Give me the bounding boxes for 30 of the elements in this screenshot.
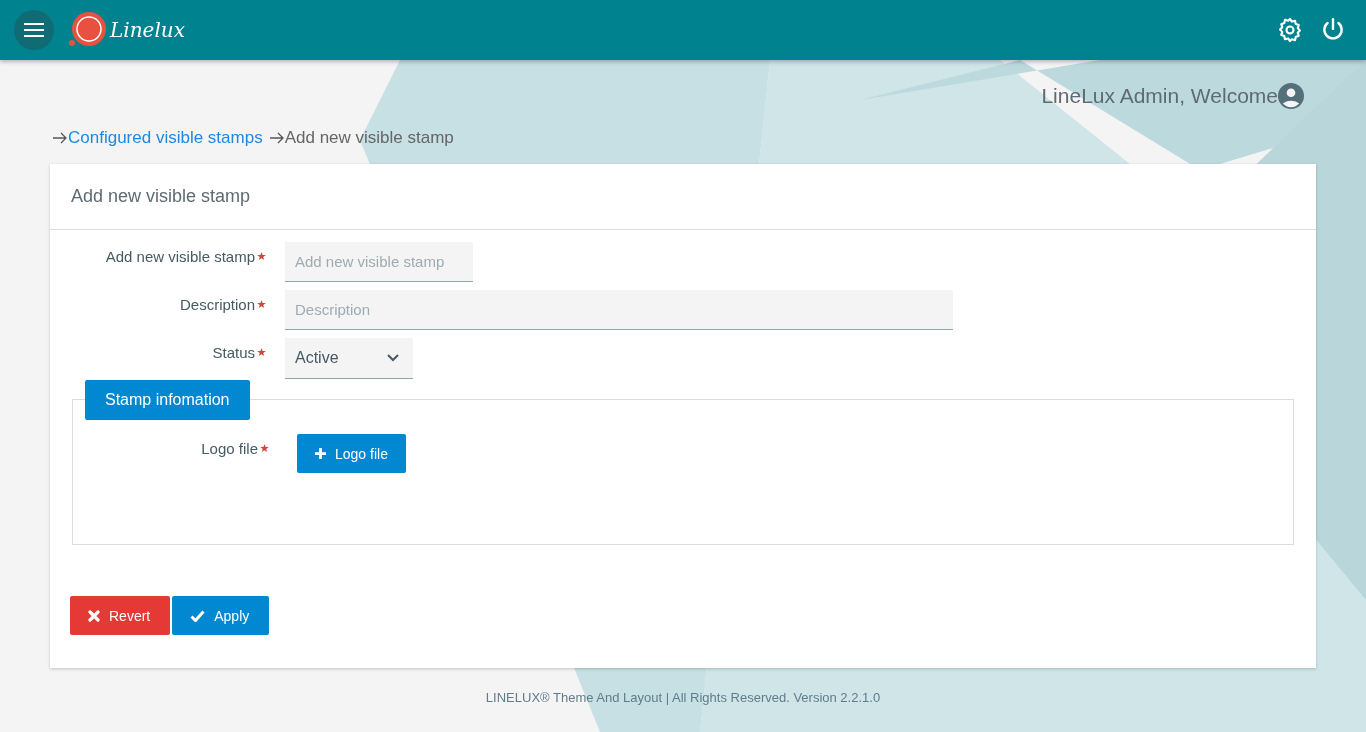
settings-icon — [1276, 16, 1304, 44]
field-label: Description — [179, 296, 255, 313]
status-dropdown[interactable]: Active — [285, 338, 413, 379]
card-title: Add new visible stamp — [50, 164, 1316, 230]
apply-button[interactable]: Apply — [172, 596, 270, 635]
breadcrumb-current: Add new visible stamp — [284, 128, 454, 148]
chevron-down-icon — [387, 354, 399, 362]
menu-icon — [24, 23, 44, 37]
section-tab[interactable]: Stamp infomation — [85, 380, 250, 420]
plus-icon — [315, 448, 326, 459]
arrow-icon — [268, 132, 285, 144]
user-avatar-icon — [1278, 83, 1304, 109]
breadcrumb-link[interactable]: Configured visible stamps — [68, 128, 263, 148]
check-icon — [190, 609, 206, 622]
menu-button[interactable] — [14, 10, 54, 50]
power-icon — [1320, 17, 1346, 43]
close-icon — [88, 609, 100, 622]
text-input-field[interactable]: Add new visible stamp — [285, 242, 473, 282]
text-input-field[interactable]: Description — [285, 290, 953, 330]
logo-text: Linelux — [110, 18, 185, 42]
settings-button[interactable] — [1276, 16, 1304, 44]
arrow-icon — [52, 132, 68, 144]
field-label: Add new visible stamp — [105, 248, 255, 265]
power-button[interactable] — [1320, 17, 1346, 43]
logo-file-button[interactable]: Logo file — [297, 434, 406, 473]
footer-text: LINELUX® Theme And Layout | All Rights Reserved. Version 2.2.1.0 — [485, 690, 881, 705]
revert-button[interactable]: Revert — [70, 596, 171, 635]
field-label: Status — [212, 344, 255, 361]
welcome-text: LineLux Admin, Welcome — [1041, 84, 1278, 108]
field-label: Logo file — [201, 440, 258, 457]
